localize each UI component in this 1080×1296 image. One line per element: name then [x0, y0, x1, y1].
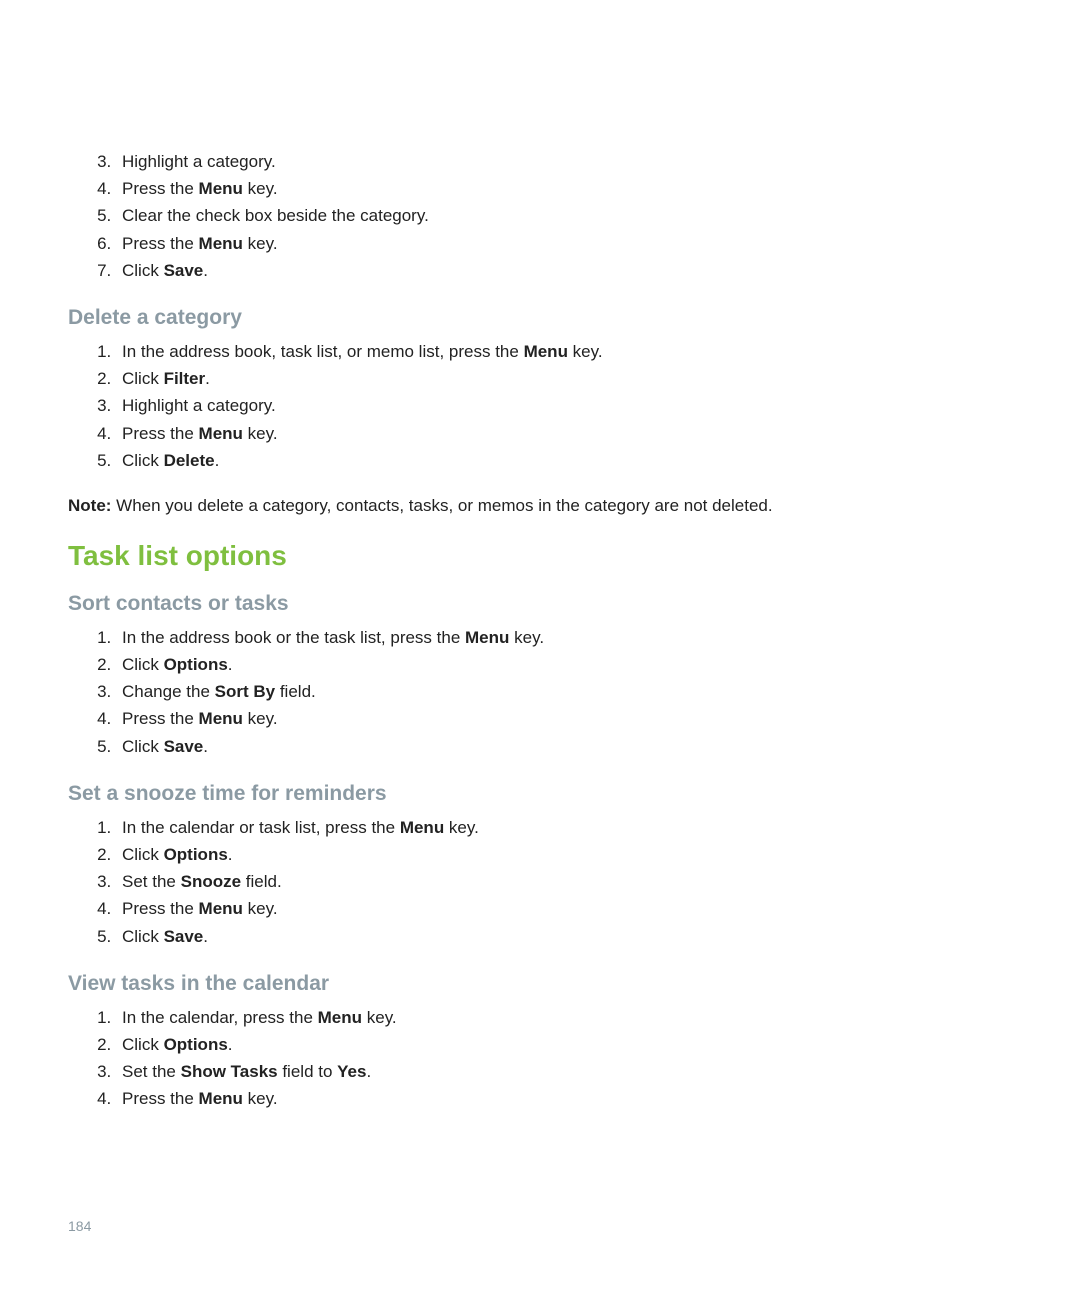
bold-text: Options: [164, 655, 228, 674]
list-item: Press the Menu key.: [116, 420, 1012, 447]
note-line: Note: When you delete a category, contac…: [68, 496, 1012, 516]
list-item: Press the Menu key.: [116, 230, 1012, 257]
list-item: Change the Sort By field.: [116, 678, 1012, 705]
list-item: Set the Snooze field.: [116, 868, 1012, 895]
page-number: 184: [68, 1218, 91, 1234]
list-item: Press the Menu key.: [116, 1085, 1012, 1112]
list-item: In the address book or the task list, pr…: [116, 624, 1012, 651]
list-item: In the address book, task list, or memo …: [116, 338, 1012, 365]
list-item: Click Save.: [116, 257, 1012, 284]
top-ordered-list: Highlight a category.Press the Menu key.…: [68, 148, 1012, 284]
list-item: Click Delete.: [116, 447, 1012, 474]
bold-text: Sort By: [215, 682, 275, 701]
bold-text: Filter: [164, 369, 206, 388]
bold-text: Options: [164, 1035, 228, 1054]
bold-text: Options: [164, 845, 228, 864]
list-item: Click Save.: [116, 733, 1012, 760]
bold-text: Yes: [337, 1062, 366, 1081]
main-heading: Task list options: [68, 540, 1012, 572]
sub-heading: Delete a category: [68, 306, 1012, 330]
note-body: When you delete a category, contacts, ta…: [111, 496, 772, 515]
list-item: Press the Menu key.: [116, 895, 1012, 922]
list-item: Click Options.: [116, 1031, 1012, 1058]
sections-after-main: Sort contacts or tasks In the address boo…: [68, 592, 1012, 1113]
bold-text: Menu: [199, 709, 243, 728]
sections-before-main: Delete a category In the address book, ta…: [68, 306, 1012, 516]
bold-text: Show Tasks: [181, 1062, 278, 1081]
list-item: Highlight a category.: [116, 148, 1012, 175]
sub-heading: View tasks in the calendar: [68, 972, 1012, 996]
list-item: Set the Show Tasks field to Yes.: [116, 1058, 1012, 1085]
bold-text: Save: [164, 927, 204, 946]
note-label: Note:: [68, 496, 111, 515]
bold-text: Save: [164, 737, 204, 756]
bold-text: Snooze: [181, 872, 241, 891]
bold-text: Menu: [199, 424, 243, 443]
bold-text: Menu: [524, 342, 568, 361]
ordered-list: In the calendar or task list, press the …: [68, 814, 1012, 950]
bold-text: Delete: [164, 451, 215, 470]
bold-text: Menu: [199, 1089, 243, 1108]
list-item: Click Options.: [116, 841, 1012, 868]
list-item: Click Save.: [116, 923, 1012, 950]
list-item: In the calendar or task list, press the …: [116, 814, 1012, 841]
bold-text: Save: [164, 261, 204, 280]
bold-text: Menu: [465, 628, 509, 647]
ordered-list: In the address book, task list, or memo …: [68, 338, 1012, 474]
bold-text: Menu: [199, 899, 243, 918]
bold-text: Menu: [199, 179, 243, 198]
bold-text: Menu: [199, 234, 243, 253]
bold-text: Menu: [318, 1008, 362, 1027]
list-item: In the calendar, press the Menu key.: [116, 1004, 1012, 1031]
list-item: Click Options.: [116, 651, 1012, 678]
list-item: Highlight a category.: [116, 392, 1012, 419]
ordered-list: In the address book or the task list, pr…: [68, 624, 1012, 760]
ordered-list: In the calendar, press the Menu key.Clic…: [68, 1004, 1012, 1113]
list-item: Press the Menu key.: [116, 175, 1012, 202]
bold-text: Menu: [400, 818, 444, 837]
page-content: Highlight a category.Press the Menu key.…: [0, 0, 1080, 1113]
list-item: Press the Menu key.: [116, 705, 1012, 732]
sub-heading: Set a snooze time for reminders: [68, 782, 1012, 806]
list-item: Click Filter.: [116, 365, 1012, 392]
list-item: Clear the check box beside the category.: [116, 202, 1012, 229]
sub-heading: Sort contacts or tasks: [68, 592, 1012, 616]
